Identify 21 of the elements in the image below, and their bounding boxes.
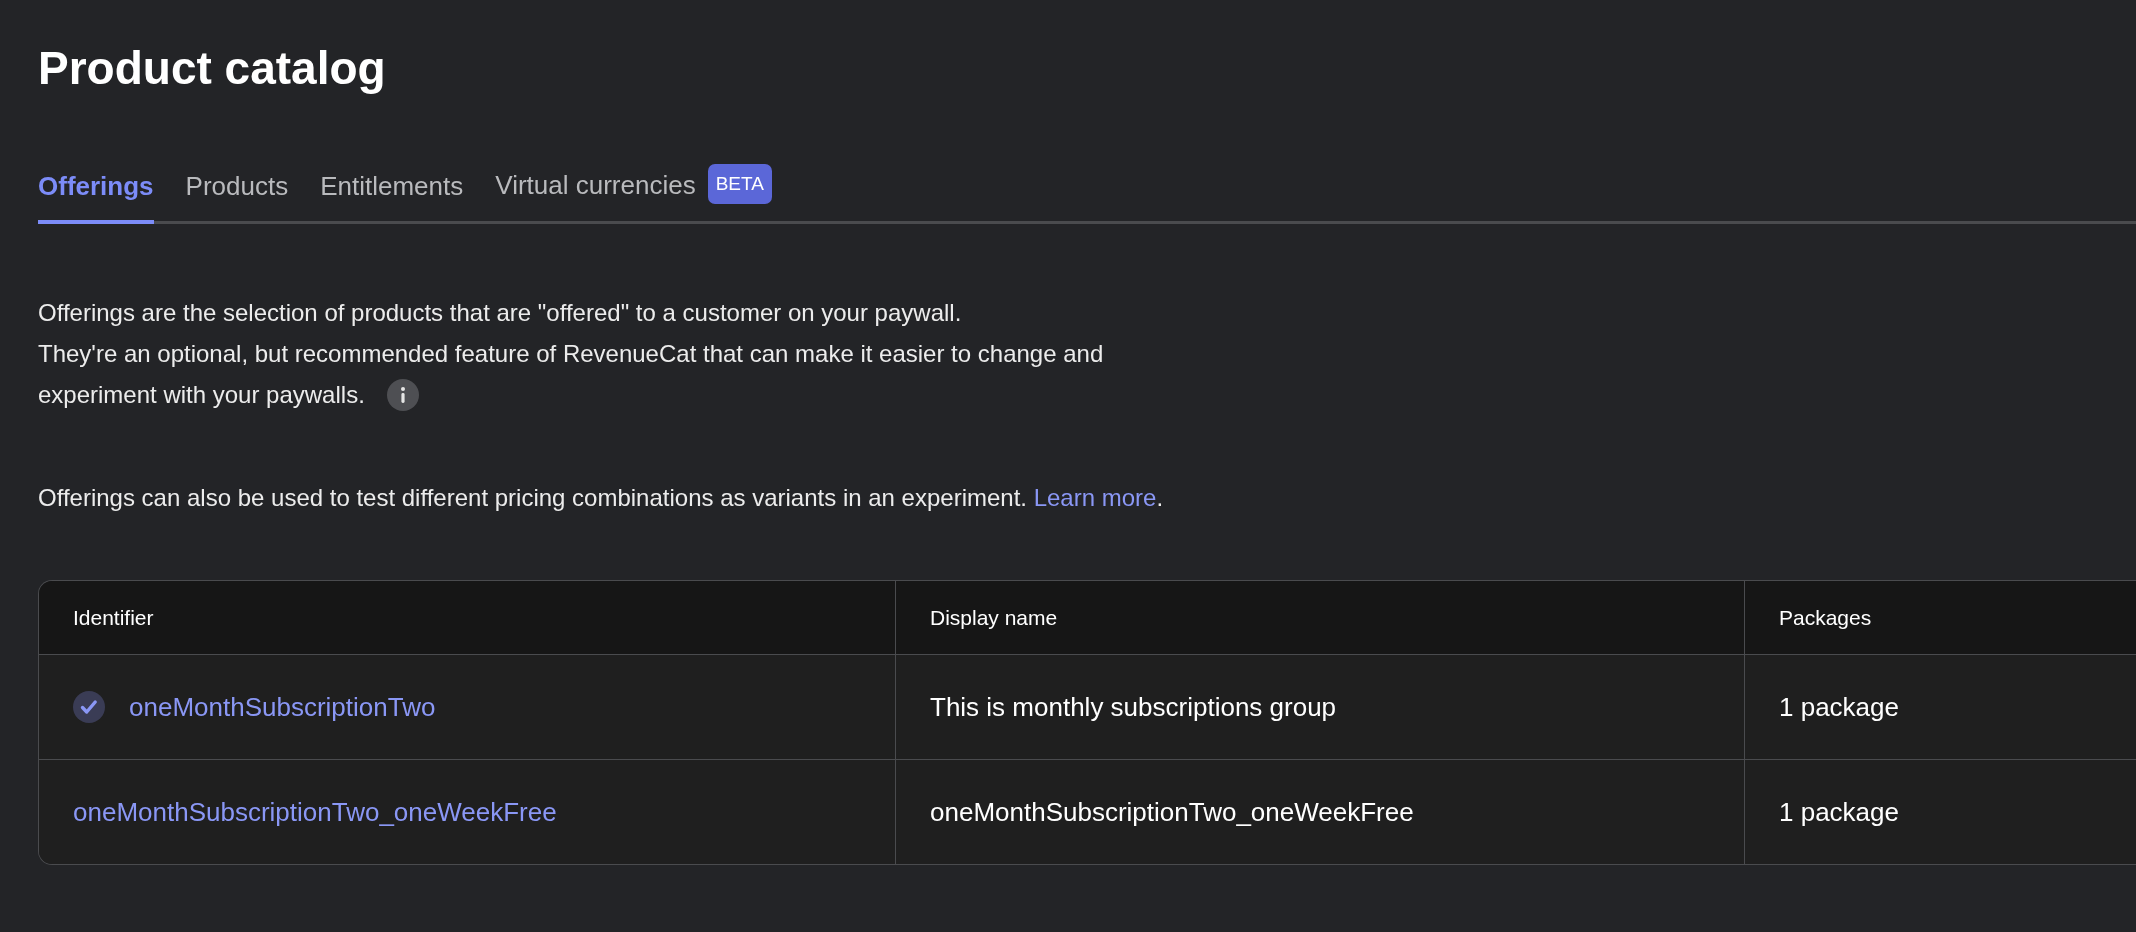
tab[interactable]: Offerings	[38, 166, 154, 224]
table-cell-text: oneMonthSubscriptionTwo_oneWeekFree	[930, 795, 1414, 829]
table-cell-text: 1 package	[1779, 795, 1899, 829]
offerings-note: Offerings can also be used to test different pricing combinations as variants in an experiment. Learn more.	[38, 483, 1165, 513]
table-cell-text: 1 package	[1779, 690, 1899, 724]
intro-text-line: They're an optional, but recommended feature of RevenueCat that can make it easier to change and	[38, 339, 1104, 369]
offering-link[interactable]: oneMonthSubscriptionTwo	[129, 687, 436, 727]
learn-more-link[interactable]: Learn more	[1033, 484, 1157, 511]
column-header: Packages	[1779, 604, 1872, 631]
column-header: Identifier	[73, 604, 154, 631]
tab[interactable]: Entitlements	[320, 166, 464, 224]
beta-badge: BETA	[707, 164, 772, 204]
intro-text-line: experiment with your paywalls.	[38, 380, 365, 410]
page-title: Product catalog	[38, 41, 386, 96]
tab[interactable]: Virtual currencies	[495, 165, 696, 223]
info-icon[interactable]	[386, 378, 419, 411]
table-cell-text: This is monthly subscriptions group	[930, 690, 1337, 724]
intro-text-line: Offerings are the selection of products that are "offered" to a customer on your paywall.	[38, 298, 962, 328]
tab[interactable]: Products	[185, 166, 289, 224]
offering-link[interactable]: oneMonthSubscriptionTwo_oneWeekFree	[73, 792, 557, 832]
column-header: Display name	[930, 604, 1058, 631]
